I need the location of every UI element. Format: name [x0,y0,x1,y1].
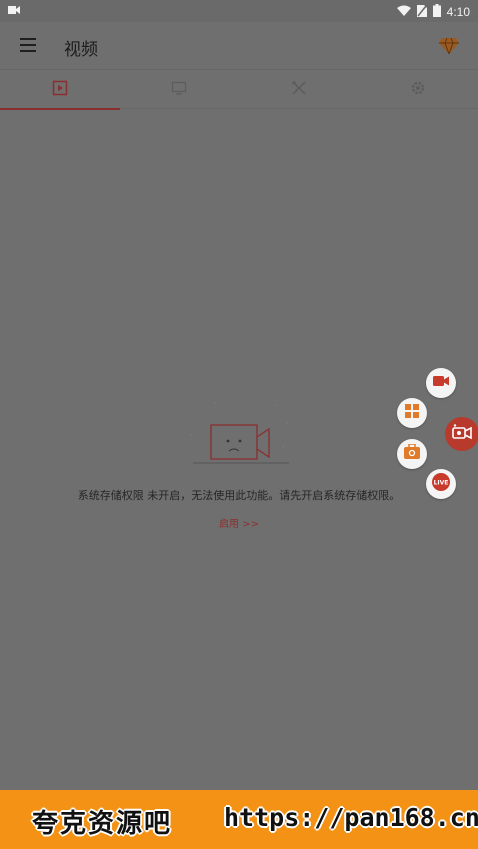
fab-main-record[interactable] [445,417,478,451]
fab-live[interactable]: LIVE [426,469,456,499]
fab-record-video[interactable] [426,368,456,398]
video-play-icon [52,80,68,101]
page-title: 视频 [64,40,98,60]
watermark-url: https://pan168.cn [224,803,478,832]
fab-toolbox[interactable] [397,439,427,469]
diamond-icon[interactable] [438,34,460,56]
tab-screenshots[interactable] [120,71,240,109]
tools-icon [291,80,307,101]
watermark-banner: 夸克资源吧 https://pan168.cn [0,790,478,849]
settings-icon [410,80,426,101]
battery-icon [432,4,441,20]
record-indicator-icon [8,4,20,18]
empty-camera-illustration [185,395,295,467]
wifi-icon [396,5,411,19]
svg-text:LIVE: LIVE [434,479,449,486]
watermark-site-name: 夸克资源吧 [32,809,173,839]
app-bar: 视频 [0,22,478,70]
tab-bar [0,71,478,110]
no-sim-icon [416,4,427,20]
screenshot-icon [171,80,187,101]
live-badge-icon: LIVE [431,472,451,497]
fab-apps[interactable] [397,398,427,428]
grid-apps-icon [405,403,419,423]
tab-tools[interactable] [239,71,359,109]
record-camera-icon [452,423,472,445]
empty-state-message: 系统存储权限 未开启，无法使用此功能。请先开启系统存储权限。 [77,489,401,502]
enable-permission-link[interactable]: 启用 >> [0,515,478,530]
tab-videos[interactable] [0,71,120,110]
status-time: 4:10 [446,5,470,19]
video-camera-icon [433,374,449,392]
tab-settings[interactable] [359,71,478,109]
toolbox-icon [404,443,420,464]
hamburger-menu-icon[interactable] [20,38,36,52]
status-bar: 4:10 [0,0,478,22]
